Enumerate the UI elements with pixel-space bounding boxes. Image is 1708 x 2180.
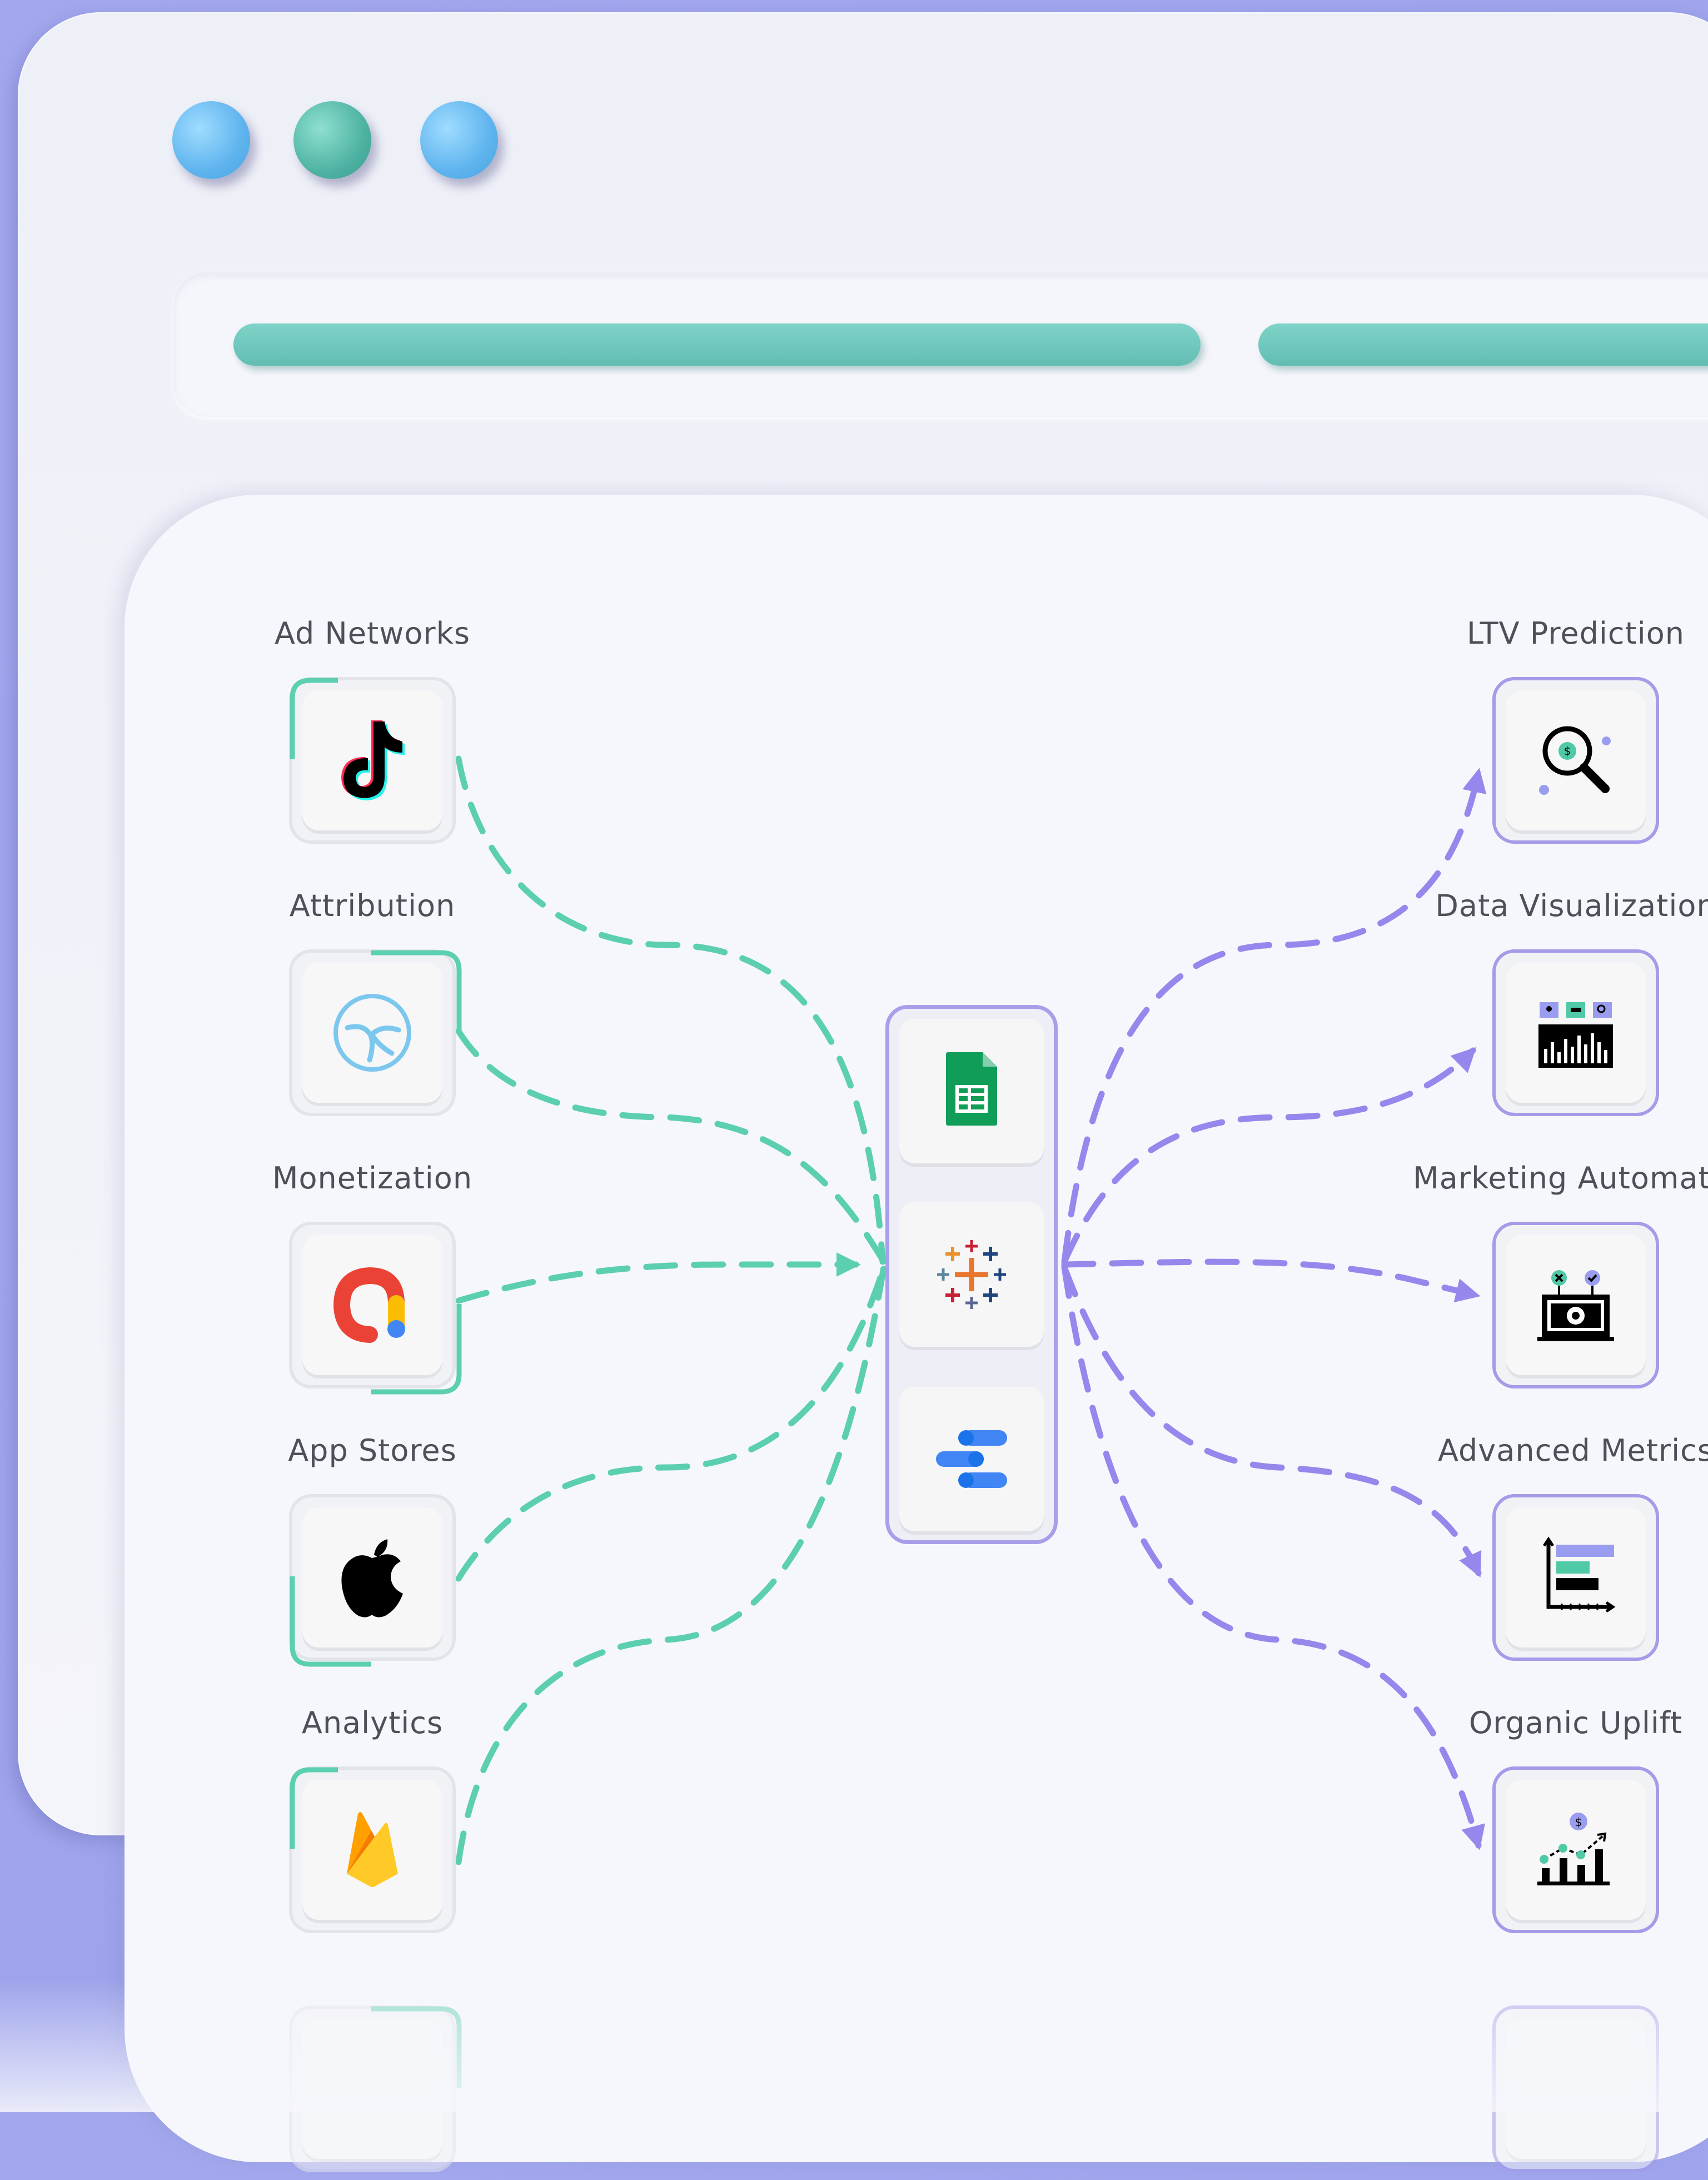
google-sheets-icon xyxy=(946,1052,997,1126)
firebase-icon xyxy=(347,1812,398,1887)
flow-analytics xyxy=(455,1264,887,1865)
bar-metrics-icon xyxy=(1542,1536,1616,1613)
source-label-app-stores: App Stores xyxy=(288,1433,457,1468)
integration-hub xyxy=(885,1005,1058,1544)
attribution-icon xyxy=(333,994,411,1072)
automation-gear-icon xyxy=(1537,1270,1614,1341)
destination-label-organic-uplift: Organic Uplift xyxy=(1468,1705,1683,1740)
source-tile-ad-networks[interactable] xyxy=(289,677,456,844)
flow-organic-uplift xyxy=(1061,1264,1485,1850)
destination-tile-organic-uplift[interactable]: $ xyxy=(1492,1766,1659,1933)
source-tile-analytics[interactable] xyxy=(289,1766,456,1933)
hub-cell-tableau[interactable] xyxy=(899,1202,1044,1347)
tableau-icon xyxy=(937,1240,1006,1309)
source-tile-app-stores[interactable] xyxy=(289,1494,456,1667)
destination-label-marketing-automation: Marketing Automatio xyxy=(1413,1161,1708,1196)
source-tile-attribution[interactable] xyxy=(289,949,462,1116)
destination-label-data-visualization: Data Visualization xyxy=(1435,888,1708,923)
source-tile-monetization[interactable] xyxy=(289,1222,462,1395)
destination-tile-data-visualization[interactable] xyxy=(1492,949,1659,1116)
source-label-analytics: Analytics xyxy=(301,1705,444,1740)
ltv-search-icon: $ xyxy=(1539,726,1611,795)
destination-label-advanced-metrics: Advanced Metrics xyxy=(1438,1433,1708,1468)
flow-monetization xyxy=(455,1252,861,1304)
dashboard-chart-icon xyxy=(1538,1002,1613,1068)
hub-cell-sheets[interactable] xyxy=(899,1019,1044,1163)
tiktok-icon xyxy=(341,720,405,800)
source-label-ad-networks: Ad Networks xyxy=(274,616,471,651)
bottom-fade xyxy=(0,1979,1708,2112)
admob-icon xyxy=(333,1267,405,1343)
looker-studio-icon xyxy=(936,1430,1007,1488)
flow-data-visualization xyxy=(1061,1047,1477,1265)
svg-text:$: $ xyxy=(1564,744,1571,758)
flow-marketing-automation xyxy=(1061,1258,1481,1303)
destination-label-ltv-prediction: LTV Prediction xyxy=(1467,616,1685,651)
destination-tile-marketing-automation[interactable] xyxy=(1492,1222,1659,1388)
flow-app-stores xyxy=(455,1264,887,1582)
destination-tile-advanced-metrics[interactable] xyxy=(1492,1494,1659,1661)
svg-text:$: $ xyxy=(1575,1815,1582,1829)
uplift-chart-icon: $ xyxy=(1537,1813,1610,1885)
flow-attribution xyxy=(455,1028,887,1265)
destination-tile-ltv-prediction[interactable]: $ xyxy=(1492,677,1659,844)
hub-cell-looker-studio[interactable] xyxy=(899,1387,1044,1531)
apple-icon xyxy=(341,1539,403,1617)
source-label-attribution: Attribution xyxy=(289,888,456,923)
source-label-monetization: Monetization xyxy=(272,1161,473,1196)
data-flow-lines xyxy=(455,755,1487,1865)
flow-advanced-metrics xyxy=(1061,1264,1482,1577)
